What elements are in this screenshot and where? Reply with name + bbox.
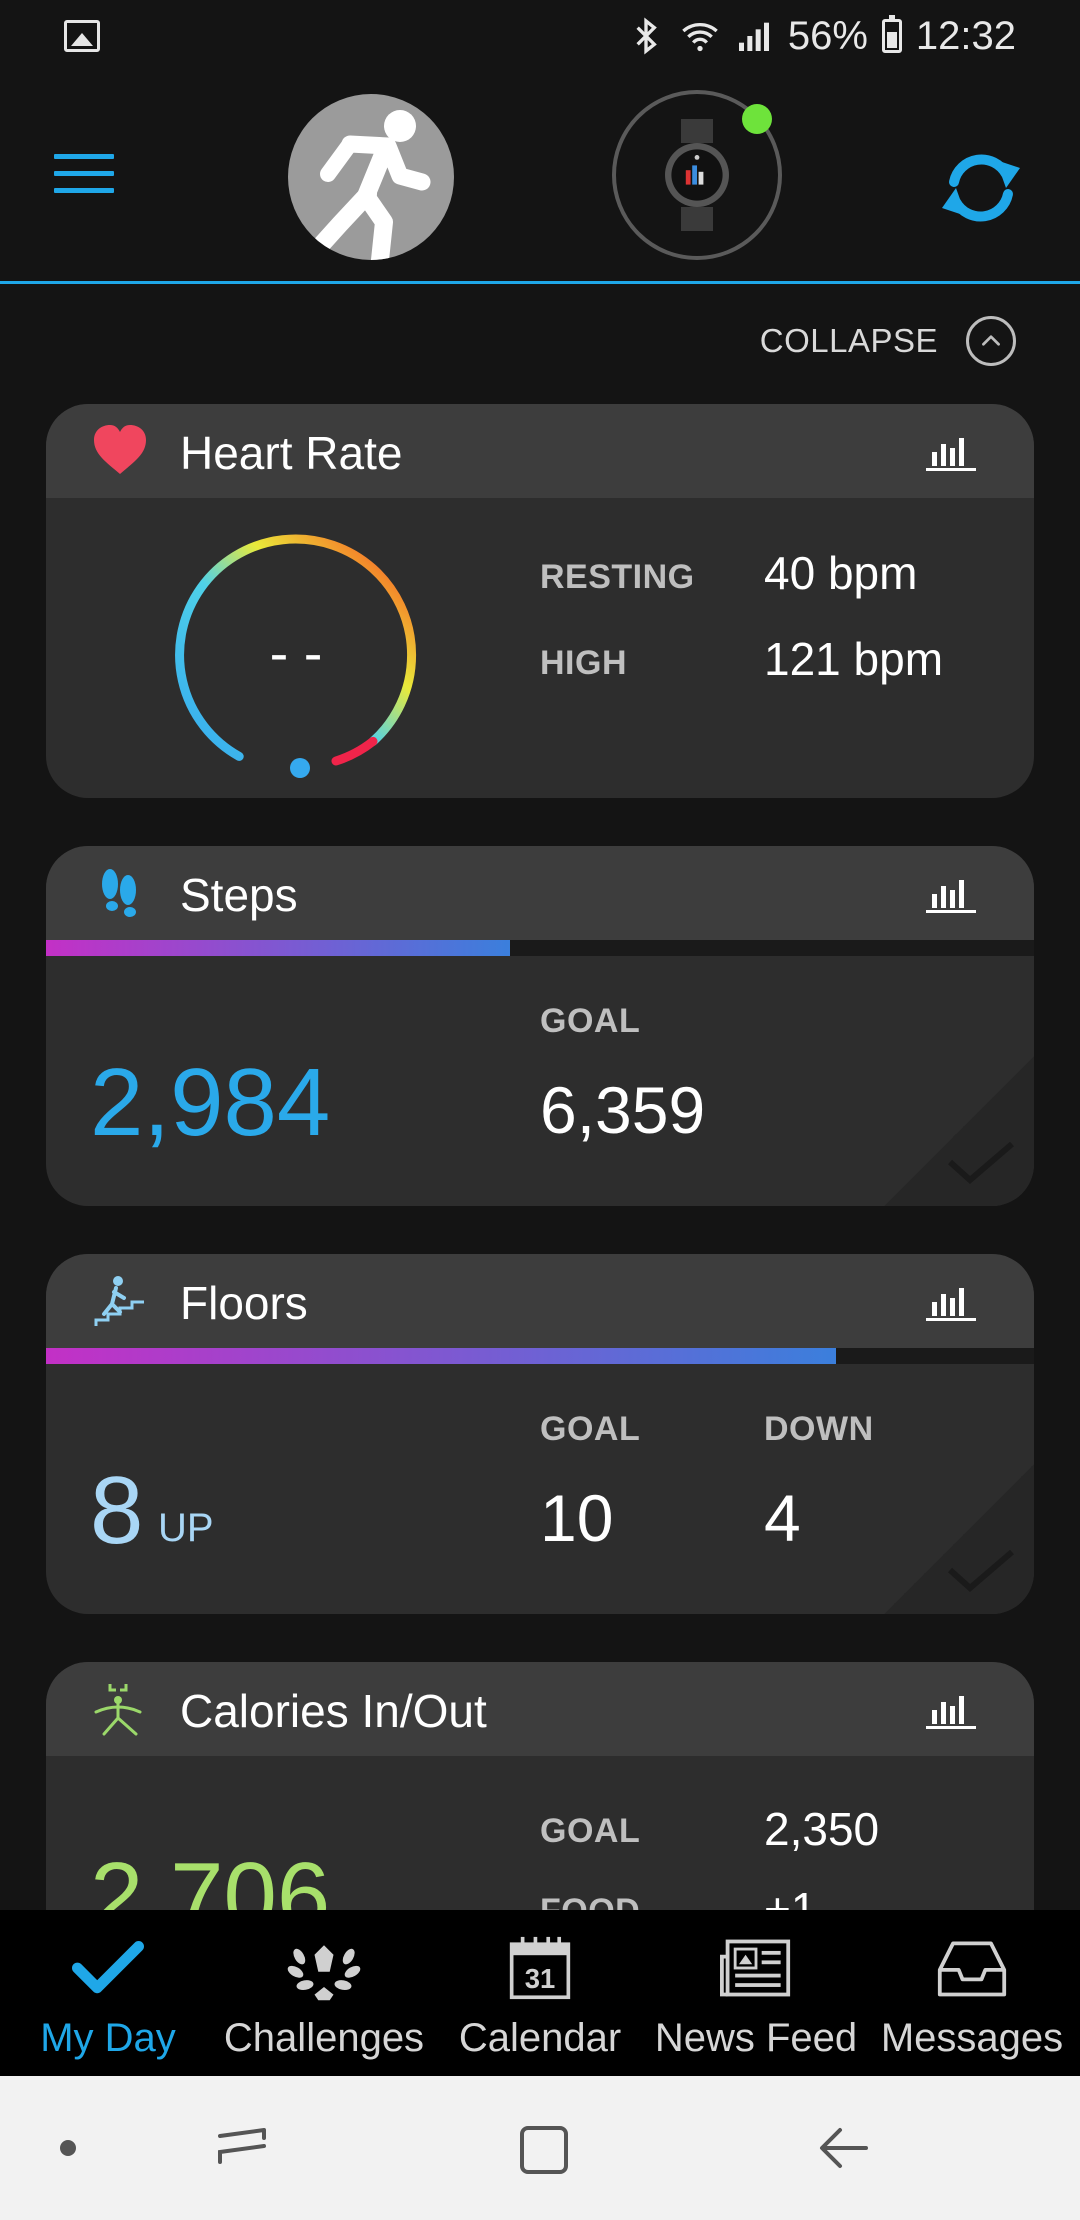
recent-apps-icon[interactable] [210, 2116, 274, 2180]
calendar-icon: 31 [500, 1932, 580, 2004]
footprints-icon [102, 869, 136, 917]
calories-title: Calories In/Out [180, 1685, 487, 1737]
watch-icon [665, 119, 729, 231]
steps-goal-value: 6,359 [540, 1073, 706, 1147]
checkmark-icon [947, 1549, 1014, 1592]
laurel-wreath-icon [284, 1932, 364, 2004]
bluetooth-icon [636, 17, 657, 55]
steps-goal-label: GOAL [540, 1002, 641, 1040]
high-label: HIGH [540, 644, 627, 682]
steps-progress-bar [46, 940, 1034, 956]
floors-unit: UP [158, 1506, 214, 1550]
steps-value: 2,984 [90, 1049, 331, 1156]
floors-title: Floors [180, 1277, 308, 1329]
inbox-icon [932, 1932, 1012, 2004]
system-navigation-bar [0, 2076, 1080, 2220]
steps-title: Steps [180, 869, 298, 921]
bar-chart-icon[interactable] [926, 434, 976, 472]
gallery-notification-icon [64, 20, 100, 52]
nav-label: News Feed [654, 2016, 858, 2060]
resting-value: 40 bpm [764, 547, 918, 599]
heart-rate-gauge: - - [175, 534, 417, 778]
stairs-climbing-icon [94, 1276, 144, 1326]
steps-progress-fill [46, 940, 511, 956]
floors-goal-label: GOAL [540, 1410, 641, 1448]
floors-card[interactable]: Floors 8 UP GOAL 10 DOWN 4 [46, 1254, 1034, 1614]
floors-goal-value: 10 [540, 1481, 614, 1555]
app-header [0, 72, 1080, 284]
high-value: 121 bpm [764, 633, 944, 685]
nav-label: Messages [880, 2016, 1064, 2060]
collapse-toggle[interactable]: COLLAPSE [760, 316, 1016, 366]
heart-rate-current: - - [270, 621, 323, 684]
calendar-day: 31 [525, 1963, 555, 1994]
running-person-icon [313, 110, 431, 260]
floors-down-value: 4 [764, 1481, 801, 1555]
battery-percent: 56% [787, 13, 868, 58]
nav-my-day[interactable]: My Day [0, 1910, 216, 2076]
steps-card[interactable]: Steps 2,984 GOAL 6,359 [46, 846, 1034, 1206]
heart-rate-title: Heart Rate [180, 427, 403, 479]
battery-icon [881, 15, 902, 53]
myfitnesspal-icon [94, 1684, 142, 1736]
collapse-label: COLLAPSE [759, 322, 938, 359]
nav-label: Calendar [458, 2016, 622, 2060]
wifi-icon [682, 23, 718, 52]
calories-goal-value: 2,350 [764, 1803, 880, 1855]
nav-label: Challenges [223, 2016, 425, 2060]
bar-chart-icon[interactable] [926, 1284, 976, 1322]
floors-progress-bar [46, 1348, 1034, 1364]
back-icon[interactable] [812, 2116, 876, 2180]
nav-news-feed[interactable]: News Feed [648, 1910, 864, 2076]
bottom-navigation: My Day Challenges 31 Calendar News Feed … [0, 1910, 1080, 2076]
status-right: 56% 12:32 [626, 12, 1016, 60]
checkmark-icon [947, 1141, 1014, 1184]
device-button[interactable] [612, 90, 782, 260]
bar-chart-icon[interactable] [926, 876, 976, 914]
floors-down-label: DOWN [764, 1410, 874, 1448]
heart-rate-card-header: Heart Rate [46, 404, 1034, 498]
dot-indicator-icon[interactable] [36, 2116, 100, 2180]
clock: 12:32 [915, 13, 1016, 58]
status-bar: 56% 12:32 [0, 0, 1080, 72]
floors-card-header: Floors [46, 1254, 1034, 1348]
hamburger-menu-icon[interactable] [54, 154, 114, 198]
signal-icon [738, 22, 769, 51]
heart-rate-card[interactable]: Heart Rate - - RESTING 40 bpm HIGH 121 b… [46, 404, 1034, 798]
chevron-up-icon[interactable] [966, 316, 1016, 366]
nav-label: My Day [40, 2016, 176, 2060]
nav-calendar[interactable]: 31 Calendar [432, 1910, 648, 2076]
avatar[interactable] [288, 94, 454, 260]
resting-label: RESTING [540, 558, 695, 596]
home-icon[interactable] [512, 2116, 576, 2180]
bar-chart-icon[interactable] [926, 1692, 976, 1730]
sync-icon[interactable] [936, 148, 1026, 228]
newspaper-icon [716, 1932, 796, 2004]
floors-progress-fill [46, 1348, 837, 1364]
nav-messages[interactable]: Messages [864, 1910, 1080, 2076]
steps-card-header: Steps [46, 846, 1034, 940]
calories-goal-label: GOAL [540, 1812, 641, 1850]
heart-icon [94, 425, 146, 474]
calories-card-header: Calories In/Out [46, 1662, 1034, 1756]
floors-value: 8 [90, 1457, 144, 1564]
nav-challenges[interactable]: Challenges [216, 1910, 432, 2076]
connection-status-dot [742, 104, 772, 134]
checkmark-icon [68, 1932, 148, 2004]
